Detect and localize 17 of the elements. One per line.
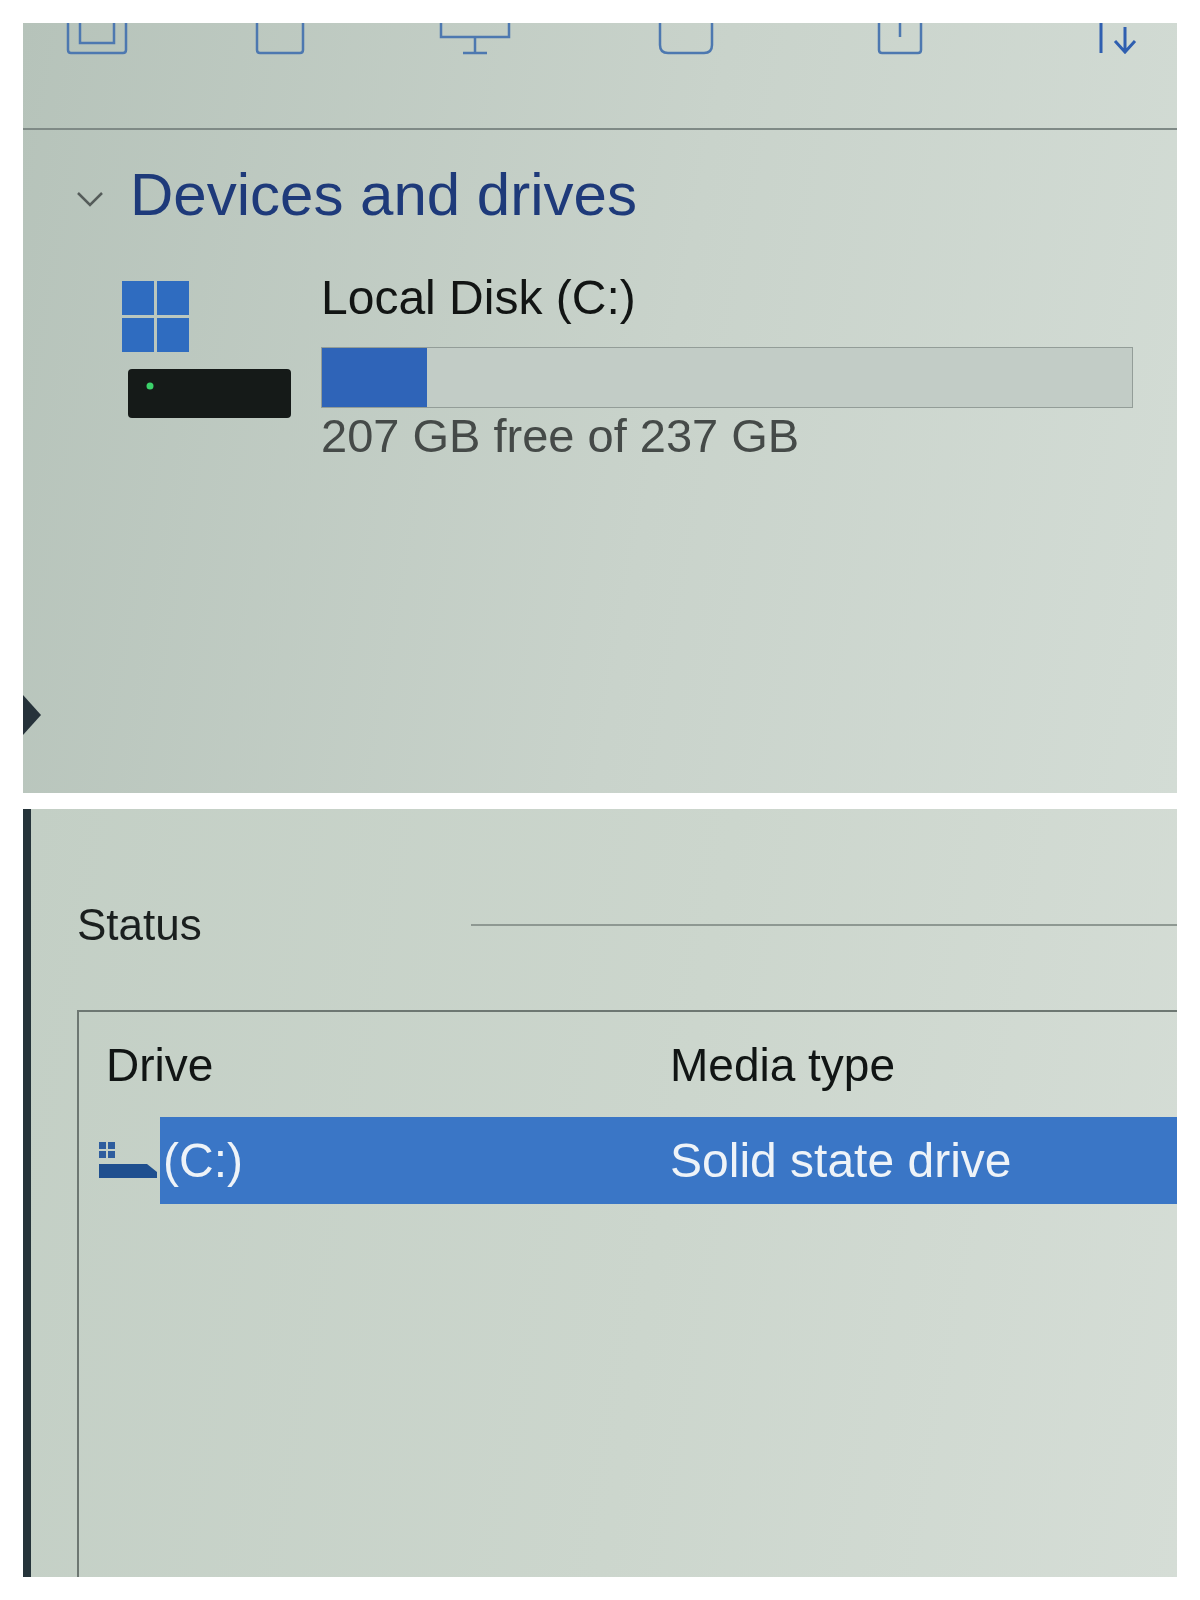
monitor-icon[interactable] bbox=[439, 23, 511, 55]
square-outline-icon[interactable] bbox=[255, 23, 305, 55]
table-cell-text: (C:) bbox=[162, 1132, 244, 1189]
group-title: Status bbox=[77, 899, 202, 951]
drive-name[interactable]: Local Disk (C:) bbox=[321, 270, 636, 325]
table-cell: Solid state drive bbox=[670, 1132, 1012, 1189]
chevron-icon[interactable] bbox=[77, 191, 103, 207]
table-row[interactable]: (C:) Solid state drive bbox=[160, 1117, 1177, 1204]
drive-icon[interactable] bbox=[122, 281, 291, 418]
column-header[interactable]: Drive bbox=[106, 1038, 670, 1093]
section-title[interactable]: Devices and drives bbox=[130, 159, 637, 231]
drive-icon bbox=[99, 1141, 159, 1180]
column-header[interactable]: Media type bbox=[670, 1038, 895, 1093]
square-outline-icon[interactable] bbox=[66, 23, 128, 55]
arrow-tip-icon bbox=[23, 695, 41, 735]
free-space-text: 207 GB free of 237 GB bbox=[321, 409, 800, 463]
box-outline-icon[interactable] bbox=[877, 23, 923, 55]
